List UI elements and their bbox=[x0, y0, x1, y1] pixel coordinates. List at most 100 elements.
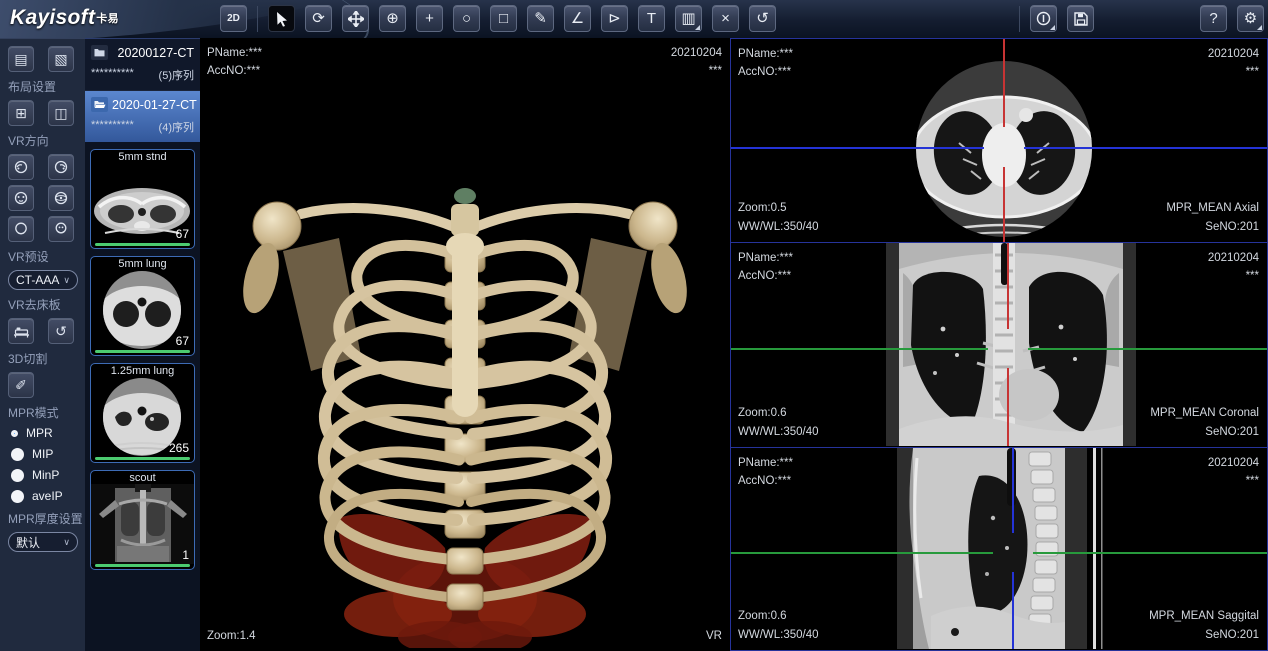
help-button[interactable]: ? bbox=[1200, 5, 1227, 32]
thumbnail-image-count: 67 bbox=[176, 334, 189, 348]
vr-zoom-overlay: Zoom:1.4 bbox=[207, 627, 256, 645]
layout-2d-icon: 2D bbox=[227, 14, 240, 24]
radio-dot-icon bbox=[11, 448, 24, 461]
panel-pname: PName:*** bbox=[738, 454, 793, 472]
axial-crosshair-v-top[interactable] bbox=[1003, 39, 1005, 127]
restore-bed-button[interactable]: ↺ bbox=[48, 318, 74, 344]
sagittal-crosshair-v-bottom[interactable] bbox=[1012, 572, 1014, 649]
mpr-axial-viewport[interactable]: PName:***AccNO:*** 20210204*** Zoom:0.5W… bbox=[730, 38, 1268, 243]
vr-head-rotate-right-button[interactable] bbox=[48, 154, 74, 180]
axial-crosshair-h-right[interactable] bbox=[1024, 147, 1267, 149]
angle-icon: ∠ bbox=[571, 11, 584, 26]
thumbnail-label: 1.25mm lung bbox=[91, 365, 194, 377]
mpr-column: PName:***AccNO:*** 20210204*** Zoom:0.5W… bbox=[730, 38, 1268, 651]
save-button[interactable] bbox=[1067, 5, 1094, 32]
split-layout-icon: ◫ bbox=[54, 105, 67, 122]
power-icon bbox=[1036, 11, 1051, 26]
crosshair-icon: + bbox=[425, 11, 434, 26]
head-back-icon bbox=[13, 221, 29, 237]
thumbnail-5mm-stnd[interactable]: 5mm stnd 67 bbox=[90, 149, 195, 249]
zoom-button[interactable]: ⊕ bbox=[379, 5, 406, 32]
coronal-crosshair-h-left[interactable] bbox=[731, 348, 988, 350]
toolbar-separator bbox=[257, 6, 258, 32]
panel-accno: AccNO:*** bbox=[738, 267, 793, 285]
radio-aveip[interactable]: aveIP bbox=[11, 489, 85, 503]
logo-text: Kayisoft bbox=[10, 6, 95, 29]
remove-bed-button[interactable] bbox=[8, 318, 34, 344]
series-list-panel-button[interactable]: ▤ bbox=[8, 46, 34, 72]
ellipse-icon: ○ bbox=[462, 11, 471, 26]
folder-icon bbox=[91, 45, 108, 60]
sagittal-crosshair-h-left[interactable] bbox=[731, 552, 993, 554]
mpr-sagittal-viewport[interactable]: PName:***AccNO:*** 20210204*** Zoom:0.6W… bbox=[730, 448, 1268, 651]
panel-zoom: Zoom:0.6 bbox=[738, 404, 819, 422]
layout-settings-label: 布局设置 bbox=[8, 78, 85, 95]
panel-seno: SeNO:201 bbox=[1166, 218, 1259, 236]
rect-roi-button[interactable]: □ bbox=[490, 5, 517, 32]
vr-accno: AccNO:*** bbox=[207, 62, 262, 80]
layout-grid-button[interactable]: ⊞ bbox=[8, 100, 34, 126]
radio-mip[interactable]: MIP bbox=[11, 447, 85, 461]
measure-line-button[interactable]: ✎ bbox=[527, 5, 554, 32]
pan-button[interactable] bbox=[342, 5, 369, 32]
thumbnail-125mm-lung[interactable]: 1.25mm lung 265 bbox=[90, 363, 195, 463]
window-level-button[interactable]: ▥ bbox=[675, 5, 702, 32]
sagittal-crosshair-h-right[interactable] bbox=[1033, 552, 1267, 554]
vr-mode-overlay: VR bbox=[706, 627, 722, 645]
thumbnail-scout[interactable]: scout 1 bbox=[90, 470, 195, 570]
pointer-arrow-icon bbox=[275, 11, 289, 27]
cone-view-button[interactable]: ⊳ bbox=[601, 5, 628, 32]
vr-head-front-button[interactable] bbox=[48, 216, 74, 242]
delete-annotation-button[interactable]: × bbox=[712, 5, 739, 32]
radio-mpr[interactable]: MPR bbox=[11, 426, 85, 440]
mpr-mode-label: MPR模式 bbox=[8, 404, 85, 421]
scalpel-icon: ✐ bbox=[15, 377, 27, 394]
scalpel-cut-button[interactable]: ✐ bbox=[8, 372, 34, 398]
power-button[interactable] bbox=[1030, 5, 1057, 32]
layout-2d-button[interactable]: 2D bbox=[220, 5, 247, 32]
cursor-button[interactable] bbox=[268, 5, 295, 32]
mpr-thickness-select[interactable]: 默认 ∨ bbox=[8, 532, 78, 552]
series-item-1[interactable]: 20200127-CT ********** (5)序列 bbox=[85, 39, 200, 91]
radio-label: MPR bbox=[26, 426, 53, 440]
radio-dot-icon bbox=[11, 490, 24, 503]
reset-view-button[interactable]: ↺ bbox=[749, 5, 776, 32]
pan-icon bbox=[348, 11, 364, 27]
vr-head-rotate-left-button[interactable] bbox=[8, 154, 34, 180]
vr-preset-select[interactable]: CT-AAA ∨ bbox=[8, 270, 78, 290]
radio-minp[interactable]: MinP bbox=[11, 468, 85, 482]
panel-pname: PName:*** bbox=[738, 249, 793, 267]
vr-ribcage-render bbox=[235, 156, 695, 648]
radio-label: MinP bbox=[32, 468, 59, 482]
vr-head-face-left-button[interactable] bbox=[8, 185, 34, 211]
thumbnail-5mm-lung[interactable]: 5mm lung 67 bbox=[90, 256, 195, 356]
head-front-icon bbox=[53, 221, 69, 237]
vr-head-face-right-button[interactable] bbox=[48, 185, 74, 211]
head-face-right-icon bbox=[53, 190, 69, 206]
ellipse-roi-button[interactable]: ○ bbox=[453, 5, 480, 32]
vr-viewport[interactable]: PName:*** AccNO:*** 20210204 *** Zoom:1.… bbox=[200, 38, 730, 651]
main-content: ▤ ▧ 布局设置 ⊞ ◫ VR方向 bbox=[0, 38, 1268, 651]
radio-dot-icon bbox=[11, 430, 18, 437]
app-logo: Kayisoft卡易 bbox=[10, 6, 119, 30]
settings-button[interactable]: ⚙ bbox=[1237, 5, 1264, 32]
report-icon: ▧ bbox=[54, 51, 67, 68]
gear-icon: ⚙ bbox=[1244, 11, 1257, 26]
rotate-3d-button[interactable]: ⟳ bbox=[305, 5, 332, 32]
text-annotation-button[interactable]: T bbox=[638, 5, 665, 32]
pencil-icon: ✎ bbox=[534, 11, 547, 26]
angle-measure-button[interactable]: ∠ bbox=[564, 5, 591, 32]
vr-head-back-button[interactable] bbox=[8, 216, 34, 242]
crosshair-button[interactable]: + bbox=[416, 5, 443, 32]
series-count: (5)序列 bbox=[159, 67, 194, 83]
sagittal-crosshair-v-top[interactable] bbox=[1012, 448, 1014, 533]
axial-crosshair-h-left[interactable] bbox=[731, 147, 984, 149]
coronal-crosshair-h-right[interactable] bbox=[1028, 348, 1267, 350]
coronal-crosshair-v-top[interactable] bbox=[1007, 243, 1009, 329]
mpr-coronal-viewport[interactable]: PName:***AccNO:*** 20210204*** Zoom:0.6W… bbox=[730, 243, 1268, 448]
series-item-2[interactable]: 2020-01-27-CT ********** (4)序列 bbox=[85, 91, 200, 142]
report-panel-button[interactable]: ▧ bbox=[48, 46, 74, 72]
layout-split-button[interactable]: ◫ bbox=[48, 100, 74, 126]
axial-crosshair-v-bottom[interactable] bbox=[1003, 167, 1005, 242]
coronal-crosshair-v-bottom[interactable] bbox=[1007, 368, 1009, 446]
